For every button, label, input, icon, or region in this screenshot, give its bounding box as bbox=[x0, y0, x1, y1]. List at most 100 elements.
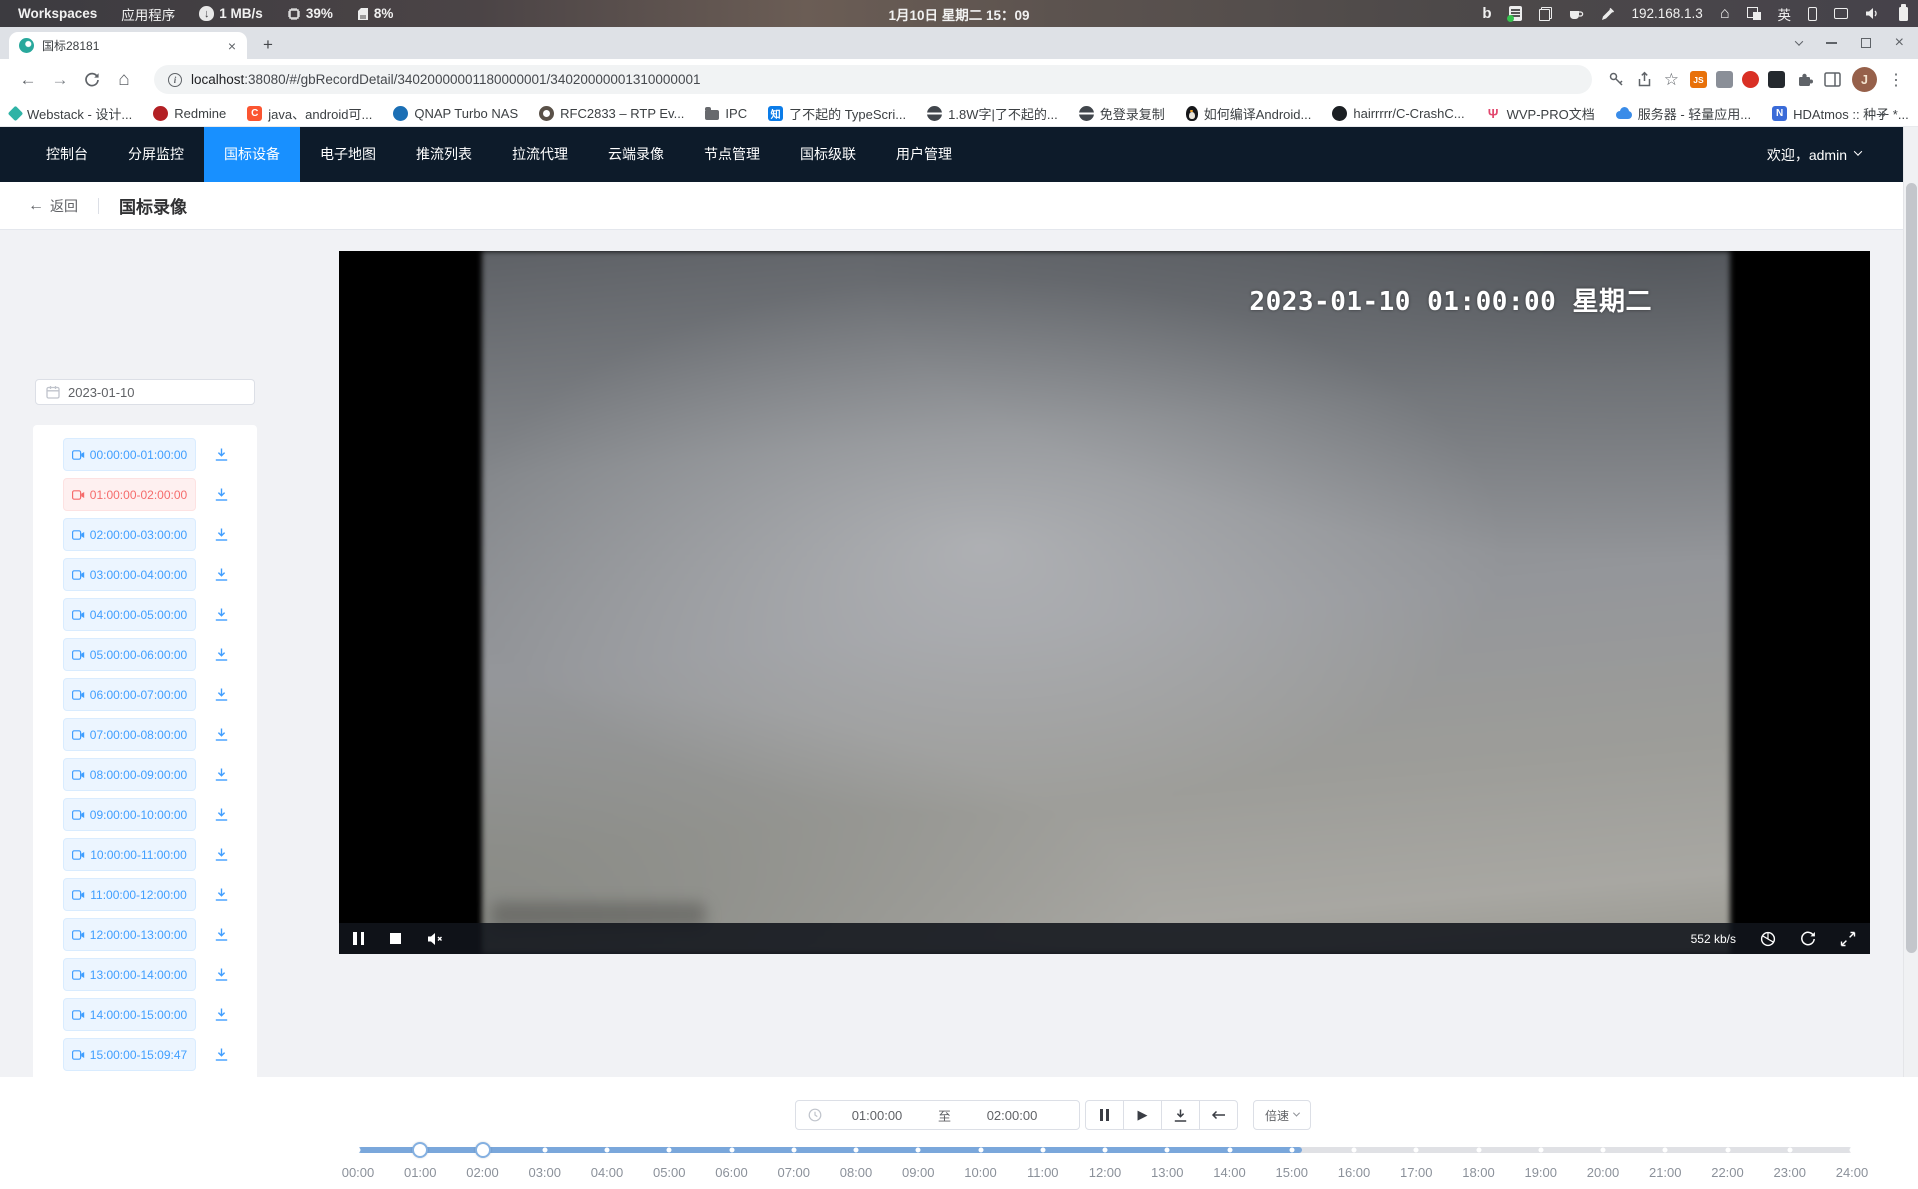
download-recording-button[interactable] bbox=[209, 803, 233, 827]
recording-pill[interactable]: 09:00:00-10:00:00 bbox=[63, 798, 196, 831]
recording-pill[interactable]: 14:00:00-15:00:00 bbox=[63, 998, 196, 1031]
download-recording-button[interactable] bbox=[209, 643, 233, 667]
input-method-indicator[interactable]: 英 bbox=[1778, 4, 1792, 24]
player-stop-icon[interactable] bbox=[390, 933, 401, 944]
player-refresh-icon[interactable] bbox=[1800, 931, 1816, 947]
nav-tab[interactable]: 控制台 bbox=[26, 127, 108, 182]
url-bar[interactable]: i localhost:38080/#/gbRecordDetail/34020… bbox=[154, 65, 1592, 94]
battery-tray-icon[interactable] bbox=[1899, 7, 1908, 21]
timeline-handle[interactable] bbox=[412, 1142, 428, 1158]
recording-pill[interactable]: 02:00:00-03:00:00 bbox=[63, 518, 196, 551]
back-button[interactable]: ← bbox=[14, 66, 42, 94]
nav-tab[interactable]: 国标级联 bbox=[780, 127, 876, 182]
recording-pill[interactable]: 01:00:00-02:00:00 bbox=[63, 478, 196, 511]
tab-close-icon[interactable]: × bbox=[225, 39, 239, 53]
bookmarks-overflow-chevrons[interactable]: » bbox=[1878, 105, 1886, 122]
download-recording-button[interactable] bbox=[209, 483, 233, 507]
extension-badge[interactable]: JS bbox=[1690, 71, 1707, 88]
bing-tray-icon[interactable]: b bbox=[1482, 5, 1491, 22]
nav-tab[interactable]: 用户管理 bbox=[876, 127, 972, 182]
download-recording-button[interactable] bbox=[209, 1043, 233, 1067]
workspaces-menu[interactable]: Workspaces bbox=[18, 6, 97, 21]
user-menu[interactable]: 欢迎，admin bbox=[1767, 145, 1903, 165]
window-minimize-button[interactable] bbox=[1826, 42, 1837, 44]
nav-tab[interactable]: 电子地图 bbox=[300, 127, 396, 182]
workspaces-switcher-icon[interactable] bbox=[1747, 7, 1761, 20]
browser-menu-icon[interactable]: ⋮ bbox=[1888, 70, 1904, 90]
download-recording-button[interactable] bbox=[209, 763, 233, 787]
bookmark-item[interactable]: IPC bbox=[705, 106, 747, 121]
date-picker-input[interactable]: 2023-01-10 bbox=[35, 379, 255, 405]
timeline-track[interactable] bbox=[358, 1147, 1852, 1153]
scrollbar-thumb[interactable] bbox=[1906, 183, 1917, 953]
bookmark-item[interactable]: 知 了不起的 TypeScri... bbox=[768, 104, 906, 123]
bookmark-item[interactable]: 如何编译Android... bbox=[1186, 104, 1312, 123]
phone-link-tray-icon[interactable] bbox=[1808, 7, 1817, 21]
player-mute-icon[interactable] bbox=[427, 932, 444, 946]
site-info-icon[interactable]: i bbox=[168, 73, 182, 87]
bookmark-item[interactable]: Webstack - 设计... bbox=[10, 104, 132, 123]
volume-tray-icon[interactable] bbox=[1865, 7, 1880, 20]
download-recording-button[interactable] bbox=[209, 443, 233, 467]
download-recording-button[interactable] bbox=[209, 963, 233, 987]
forward-button[interactable]: → bbox=[46, 66, 74, 94]
download-recording-button[interactable] bbox=[209, 1003, 233, 1027]
end-time-value[interactable]: 02:00:00 bbox=[957, 1108, 1067, 1123]
download-button[interactable] bbox=[1161, 1101, 1199, 1129]
playback-speed-dropdown[interactable]: 倍速 bbox=[1253, 1100, 1311, 1130]
playback-time-range-input[interactable]: 01:00:00 至 02:00:00 bbox=[795, 1100, 1080, 1130]
back-link[interactable]: ← 返回 bbox=[28, 196, 78, 216]
start-time-value[interactable]: 01:00:00 bbox=[822, 1108, 932, 1123]
recording-pill[interactable]: 13:00:00-14:00:00 bbox=[63, 958, 196, 991]
nav-tab[interactable]: 节点管理 bbox=[684, 127, 780, 182]
recording-pill[interactable]: 04:00:00-05:00:00 bbox=[63, 598, 196, 631]
download-recording-button[interactable] bbox=[209, 723, 233, 747]
home-tray-icon[interactable]: ⌂ bbox=[1720, 6, 1730, 22]
download-recording-button[interactable] bbox=[209, 603, 233, 627]
page-scrollbar[interactable] bbox=[1903, 127, 1918, 1077]
bookmark-item[interactable]: QNAP Turbo NAS bbox=[393, 106, 518, 121]
bookmark-item[interactable]: Redmine bbox=[153, 106, 226, 121]
reload-button[interactable] bbox=[78, 66, 106, 94]
notes-app-tray-icon[interactable] bbox=[1509, 6, 1522, 21]
display-tray-icon[interactable] bbox=[1834, 8, 1848, 19]
video-player[interactable]: 2023-01-10 01:00:00 星期二 552 kb/s bbox=[339, 251, 1870, 954]
recording-pill[interactable]: 10:00:00-11:00:00 bbox=[63, 838, 196, 871]
bookmark-item[interactable]: C java、android可... bbox=[247, 104, 372, 123]
recording-pill[interactable]: 11:00:00-12:00:00 bbox=[63, 878, 196, 911]
player-pause-icon[interactable] bbox=[353, 932, 364, 945]
bookmark-star-icon[interactable]: ☆ bbox=[1664, 70, 1679, 90]
applications-menu[interactable]: 应用程序 bbox=[121, 4, 175, 24]
window-close-button[interactable]: × bbox=[1895, 35, 1904, 51]
bookmark-item[interactable]: N HDAtmos :: 种子 *... bbox=[1772, 104, 1909, 123]
bookmark-item[interactable]: RFC2833 – RTP Ev... bbox=[539, 106, 684, 121]
caffeine-tray-icon[interactable] bbox=[1569, 7, 1584, 21]
recording-pill[interactable]: 08:00:00-09:00:00 bbox=[63, 758, 196, 791]
new-tab-button[interactable]: + bbox=[255, 32, 281, 58]
recording-pill[interactable]: 07:00:00-08:00:00 bbox=[63, 718, 196, 751]
bookmark-item[interactable]: 服务器 - 轻量应用... bbox=[1616, 104, 1751, 123]
side-panel-icon[interactable] bbox=[1824, 72, 1841, 87]
nav-tab[interactable]: 拉流代理 bbox=[492, 127, 588, 182]
player-settings-shutter-icon[interactable] bbox=[1760, 931, 1776, 947]
recording-pill[interactable]: 12:00:00-13:00:00 bbox=[63, 918, 196, 951]
bookmark-item[interactable]: 免登录复制 bbox=[1079, 104, 1165, 123]
nav-tab[interactable]: 国标设备 bbox=[204, 127, 300, 182]
download-recording-button[interactable] bbox=[209, 563, 233, 587]
recording-pill[interactable]: 03:00:00-04:00:00 bbox=[63, 558, 196, 591]
pause-button[interactable] bbox=[1086, 1101, 1123, 1129]
window-maximize-button[interactable] bbox=[1861, 38, 1871, 48]
browser-tab[interactable]: 国标28181 × bbox=[9, 32, 247, 59]
color-picker-tray-icon[interactable] bbox=[1601, 7, 1615, 21]
nav-tab[interactable]: 分屏监控 bbox=[108, 127, 204, 182]
recording-pill[interactable]: 05:00:00-06:00:00 bbox=[63, 638, 196, 671]
download-recording-button[interactable] bbox=[209, 523, 233, 547]
extension-badge[interactable] bbox=[1742, 71, 1759, 88]
download-recording-button[interactable] bbox=[209, 683, 233, 707]
bookmark-item[interactable]: hairrrrr/C-CrashC... bbox=[1332, 106, 1464, 121]
download-recording-button[interactable] bbox=[209, 883, 233, 907]
profile-avatar[interactable]: J bbox=[1852, 67, 1877, 92]
ip-address[interactable]: 192.168.1.3 bbox=[1632, 6, 1703, 21]
rewind-button[interactable] bbox=[1199, 1101, 1237, 1129]
recording-pill[interactable]: 06:00:00-07:00:00 bbox=[63, 678, 196, 711]
